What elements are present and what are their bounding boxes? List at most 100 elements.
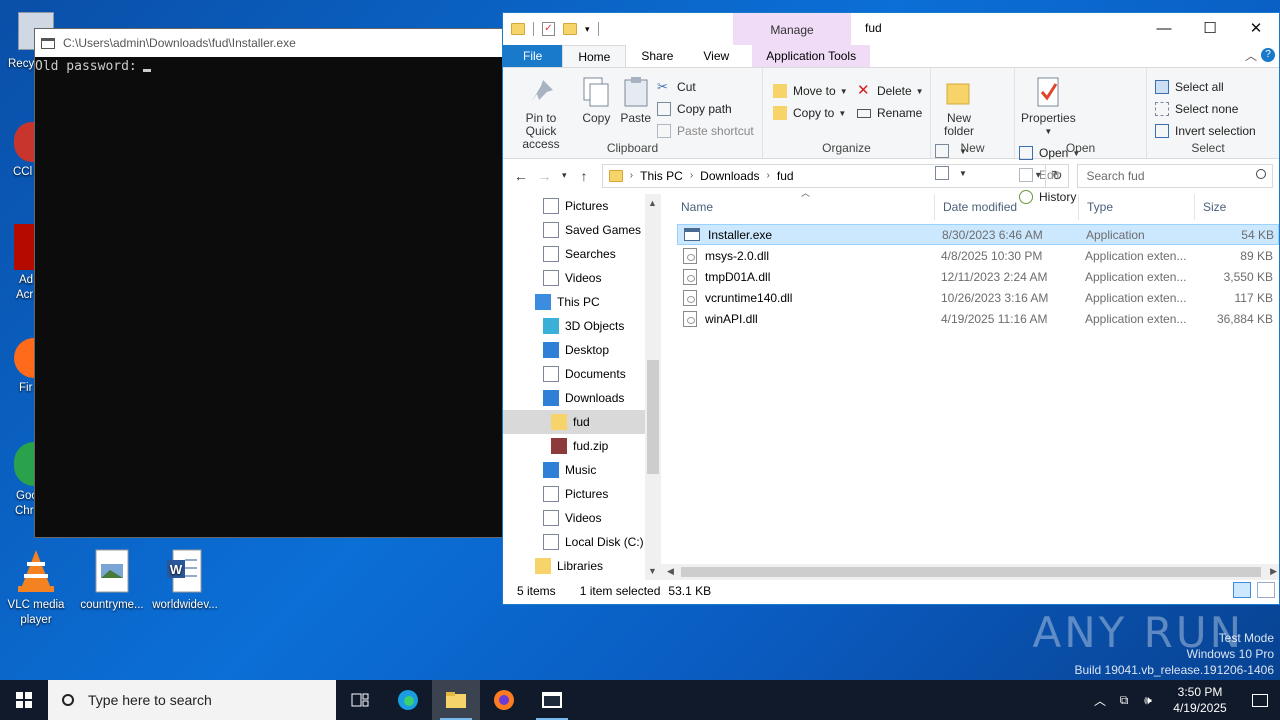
breadcrumb-fud[interactable]: fud — [777, 169, 794, 183]
chrome-icon[interactable] — [14, 442, 34, 486]
horizontal-scrollbar-thumb[interactable] — [681, 567, 1261, 577]
copy-path-button[interactable]: Copy path — [657, 98, 754, 120]
pin-to-quick-access-button[interactable]: Pin to Quick access — [509, 72, 573, 151]
properties-button[interactable]: Properties ▼ — [1021, 72, 1076, 138]
tab-manage[interactable]: Manage — [733, 13, 851, 45]
nav-item[interactable]: Downloads — [503, 386, 661, 410]
tab-file[interactable]: File — [503, 45, 563, 67]
nav-item[interactable]: Pictures — [503, 194, 661, 218]
ccleaner-icon[interactable] — [14, 122, 34, 162]
delete-button[interactable]: ✕ Delete ▼ — [857, 80, 924, 102]
large-icons-view-icon[interactable] — [1257, 582, 1275, 598]
tab-share[interactable]: Share — [626, 45, 688, 67]
nav-item[interactable]: fud.zip — [503, 434, 661, 458]
nav-item[interactable]: Music — [503, 458, 661, 482]
chevron-up-icon[interactable]: ︿ — [1245, 47, 1257, 64]
file-row[interactable]: msys-2.0.dll 4/8/2025 10:30 PM Application… — [677, 245, 1279, 266]
scroll-right-icon[interactable]: ▶ — [1270, 566, 1277, 577]
back-arrow-icon[interactable]: ← — [509, 168, 533, 184]
nav-item[interactable]: 3D Objects — [503, 314, 661, 338]
notification-center-icon[interactable] — [1240, 680, 1280, 720]
copy-button[interactable]: Copy — [580, 72, 612, 125]
breadcrumb-this-pc[interactable]: This PC — [640, 169, 683, 183]
volume-icon[interactable]: 🕪 — [1136, 693, 1160, 708]
copy-to-button[interactable]: Copy to ▼ — [773, 102, 848, 124]
nav-item[interactable]: Pictures — [503, 482, 661, 506]
help-icon[interactable]: ? — [1261, 48, 1275, 62]
console-taskbar-icon[interactable] — [528, 680, 576, 720]
show-hidden-icons-chevron-icon[interactable]: ︿ — [1088, 692, 1112, 709]
start-button[interactable] — [0, 680, 48, 720]
new-folder-icon[interactable] — [563, 23, 577, 35]
nav-item[interactable]: Local Disk (C:) — [503, 530, 661, 554]
scroll-up-icon[interactable]: ▲ — [648, 198, 657, 208]
breadcrumb-separator-icon[interactable]: › — [630, 170, 633, 181]
file-explorer-window[interactable]: ✓ ▾ Manage fud — ☐ ✕ File Home Share Vie… — [502, 12, 1280, 605]
explorer-titlebar[interactable]: ✓ ▾ Manage fud — ☐ ✕ — [503, 13, 1279, 45]
up-arrow-icon[interactable]: ↑ — [572, 168, 596, 184]
scroll-down-icon[interactable]: ▼ — [648, 566, 657, 576]
breadcrumb-separator-icon[interactable]: › — [690, 170, 693, 181]
taskbar-search-box[interactable]: Type here to search — [48, 680, 336, 720]
nav-item[interactable]: Saved Games — [503, 218, 661, 242]
nav-item[interactable]: Desktop — [503, 338, 661, 362]
maximize-icon[interactable]: ☐ — [1187, 13, 1233, 43]
new-folder-button[interactable]: New folder — [937, 72, 981, 138]
scroll-left-icon[interactable]: ◀ — [667, 566, 674, 577]
file-row[interactable]: vcruntime140.dll 10/26/2023 3:16 AM Applic… — [677, 287, 1279, 308]
column-size[interactable]: Size — [1195, 194, 1271, 220]
address-bar[interactable]: › This PC › Downloads › fud ▾ — [601, 163, 1046, 188]
select-none-button[interactable]: Select none — [1155, 98, 1256, 120]
nav-item[interactable]: Videos — [503, 266, 661, 290]
desktop-icon-vlc[interactable]: VLC media player — [0, 548, 72, 628]
column-date-modified[interactable]: Date modified — [935, 194, 1079, 220]
network-icon[interactable]: ⧉ — [1112, 693, 1136, 708]
desktop-icon-country[interactable]: countryme... — [76, 548, 148, 613]
close-icon[interactable]: ✕ — [1233, 13, 1279, 43]
move-to-button[interactable]: Move to ▼ — [773, 80, 848, 102]
forward-arrow-icon[interactable]: → — [533, 168, 557, 184]
paste-button[interactable]: Paste — [620, 72, 652, 125]
nav-scrollbar-thumb[interactable] — [647, 360, 659, 474]
acrobat-icon[interactable] — [14, 224, 34, 270]
console-titlebar[interactable]: C:\Users\admin\Downloads\fud\Installer.e… — [35, 29, 503, 57]
column-type[interactable]: Type — [1079, 194, 1195, 220]
search-input[interactable]: Search fud — [1077, 163, 1273, 188]
edge-icon[interactable] — [384, 680, 432, 720]
file-row[interactable]: tmpD01A.dll 12/11/2023 2:24 AM Application… — [677, 266, 1279, 287]
properties-check-icon[interactable]: ✓ — [542, 22, 555, 36]
console-output[interactable]: Old password: — [35, 57, 503, 74]
nav-item[interactable]: Libraries — [503, 554, 661, 578]
file-row[interactable]: Installer.exe 8/30/2023 6:46 AM Applicatio… — [677, 224, 1279, 245]
customize-qat-icon[interactable]: ▾ — [585, 24, 590, 35]
nav-item[interactable]: Videos — [503, 506, 661, 530]
address-dropdown-icon[interactable]: ▾ — [1036, 170, 1041, 181]
task-view-icon[interactable] — [336, 680, 384, 720]
invert-selection-button[interactable]: Invert selection — [1155, 120, 1256, 142]
tab-view[interactable]: View — [688, 45, 744, 67]
cut-button[interactable]: ✂ Cut — [657, 76, 754, 98]
firefox-icon[interactable] — [14, 338, 34, 378]
firefox-taskbar-icon[interactable] — [480, 680, 528, 720]
nav-scrollbar[interactable]: ▲ ▼ — [645, 194, 661, 580]
details-view-icon[interactable] — [1233, 582, 1251, 598]
breadcrumb-downloads[interactable]: Downloads — [700, 169, 759, 183]
minimize-icon[interactable]: — — [1141, 13, 1187, 43]
breadcrumb-separator-icon[interactable]: › — [767, 170, 770, 181]
rename-button[interactable]: Rename — [856, 102, 924, 124]
file-list[interactable]: Name Date modified Type Size ︿ Installer… — [661, 188, 1279, 580]
paste-shortcut-button[interactable]: Paste shortcut — [657, 120, 754, 142]
navigation-pane[interactable]: Pictures Saved Games Searches Videos This PC… — [503, 194, 661, 580]
nav-item[interactable]: Documents — [503, 362, 661, 386]
console-window[interactable]: C:\Users\admin\Downloads\fud\Installer.e… — [34, 28, 504, 538]
nav-item[interactable]: This PC — [503, 290, 661, 314]
recent-locations-chevron-icon[interactable]: ▾ — [556, 170, 572, 181]
nav-item[interactable]: Searches — [503, 242, 661, 266]
desktop-icon-word-doc[interactable]: W worldwidev... — [149, 548, 221, 613]
clock[interactable]: 3:50 PM 4/19/2025 — [1160, 684, 1240, 716]
nav-item[interactable]: fud — [503, 410, 661, 434]
tab-home[interactable]: Home — [562, 45, 627, 67]
file-row[interactable]: winAPI.dll 4/19/2025 11:16 AM Application … — [677, 308, 1279, 329]
file-explorer-taskbar-icon[interactable] — [432, 680, 480, 720]
select-all-button[interactable]: Select all — [1155, 76, 1256, 98]
